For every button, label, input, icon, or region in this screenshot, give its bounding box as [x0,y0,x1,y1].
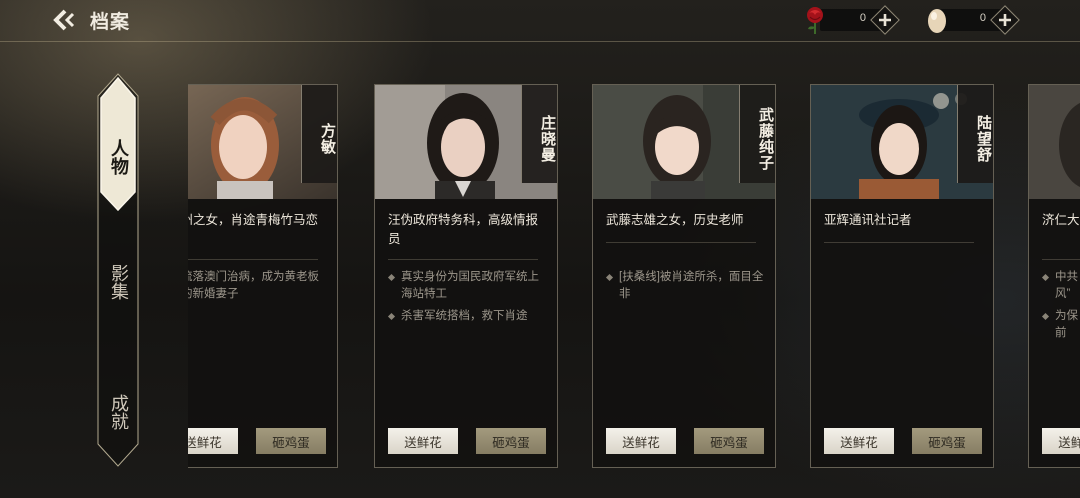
character-description: 亚辉通讯社记者 [824,213,912,227]
character-description: 武藤志雄之女，历史老师 [606,213,744,227]
send-flower-button[interactable]: 送鲜花 [1042,428,1080,454]
top-bar: 档案 0 0 [0,0,1080,42]
back-chevron-icon [53,9,75,31]
character-card[interactable]: 武藤纯子 武藤志雄之女，历史老师 [扶桑线]被肖途所杀，面目全非 送鲜花 砸鸡蛋 [592,84,776,468]
throw-egg-button[interactable]: 砸鸡蛋 [912,428,982,454]
character-name: 武藤纯子 [739,85,775,183]
character-card[interactable]: 济仁大 中共风” 为保前 送鲜花 [1028,84,1080,468]
divider [388,259,538,260]
egg-count: 0 [979,12,986,24]
note-item: 真实身份为国民政府军统上海站特工 [388,269,548,303]
rose-count: 0 [859,12,866,24]
character-notes: [扶桑线]被肖途所杀，面目全非 [606,269,766,308]
tab-achievements-label: 成就 [108,394,129,430]
character-card[interactable]: 庄晓曼 汪伪政府特务科，高级情报员 真实身份为国民政府军统上海站特工 杀害军统搭… [374,84,558,468]
divider [1042,259,1080,260]
character-card[interactable]: 方敏 杭州之女，肖途青梅竹马恋人 流落澳门治病，成为黄老板的新婚妻子 送鲜花 砸… [188,84,338,468]
character-notes: 真实身份为国民政府军统上海站特工 杀害军统搭档，救下肖途 [388,269,548,330]
side-tab-rail: 人物 影集 成就 [97,72,139,468]
note-item: 中共风” [1042,269,1080,303]
character-notes: 流落澳门治病，成为黄老板的新婚妻子 [188,269,328,308]
egg-icon [928,9,946,33]
throw-egg-button[interactable]: 砸鸡蛋 [694,428,764,454]
character-notes: 中共风” 为保前 [1042,269,1080,347]
tab-gallery-label: 影集 [108,264,129,300]
send-flower-button[interactable]: 送鲜花 [606,428,676,454]
throw-egg-button[interactable]: 砸鸡蛋 [256,428,326,454]
rose-counter: 0 [807,5,900,35]
note-item: 杀害军统搭档，救下肖途 [388,308,548,325]
back-button[interactable] [52,8,78,32]
tab-people-label: 人物 [108,139,129,175]
tab-achievements[interactable]: 成就 [97,367,139,457]
add-rose-button[interactable] [870,5,900,35]
note-item: 流落澳门治病，成为黄老板的新婚妻子 [188,269,328,303]
character-portrait [1029,85,1080,199]
character-name: 庄晓曼 [521,85,557,183]
rose-icon [807,7,823,34]
note-item: 为保前 [1042,308,1080,342]
note-item: [扶桑线]被肖途所杀，面目全非 [606,269,766,303]
send-flower-button[interactable]: 送鲜花 [188,428,238,454]
character-card[interactable]: 陆望舒 亚辉通讯社记者 送鲜花 砸鸡蛋 [810,84,994,468]
tab-people[interactable]: 人物 [97,102,139,212]
divider [188,259,318,260]
character-card-list[interactable]: 方敏 杭州之女，肖途青梅竹马恋人 流落澳门治病，成为黄老板的新婚妻子 送鲜花 砸… [188,80,1080,475]
character-description: 济仁大 [1042,213,1080,227]
character-description: 汪伪政府特务科，高级情报员 [388,213,539,246]
character-name: 方敏 [301,85,337,183]
send-flower-button[interactable]: 送鲜花 [388,428,458,454]
egg-counter: 0 [928,5,1020,35]
character-name: 陆望舒 [957,85,993,183]
divider [606,242,756,243]
throw-egg-button[interactable]: 砸鸡蛋 [476,428,546,454]
page-title: 档案 [90,11,131,33]
add-egg-button[interactable] [990,5,1020,35]
divider [824,242,974,243]
tab-gallery[interactable]: 影集 [97,237,139,327]
character-description: 杭州之女，肖途青梅竹马恋人 [188,213,319,227]
send-flower-button[interactable]: 送鲜花 [824,428,894,454]
